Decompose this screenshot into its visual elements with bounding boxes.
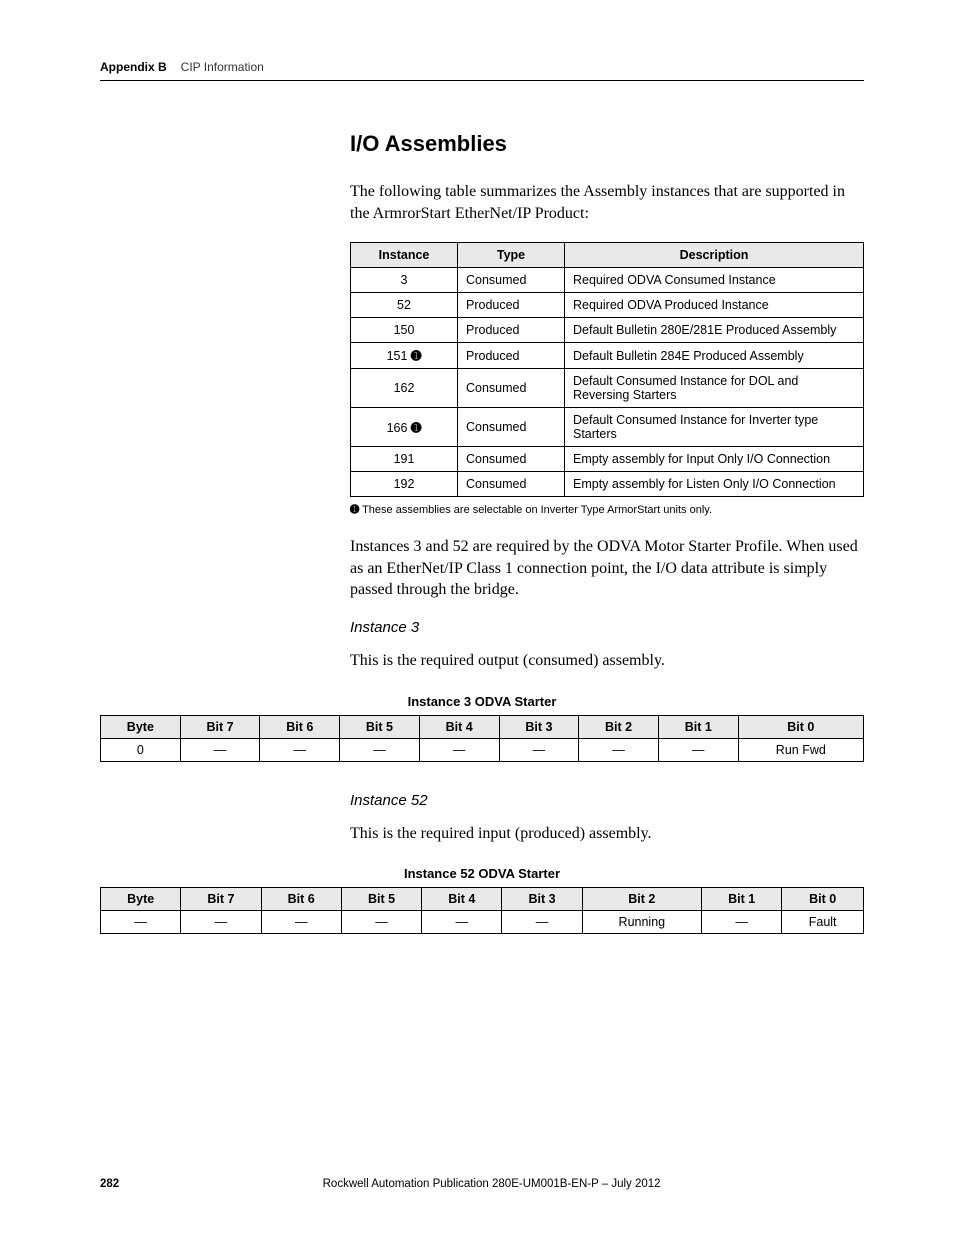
table-row: ——————Running—Fault — [101, 911, 864, 934]
col-byte: Byte — [101, 715, 181, 738]
table-row: 151 ➊ProducedDefault Bulletin 284E Produ… — [351, 343, 864, 369]
cell-bit: — — [260, 738, 340, 761]
table-row: 3ConsumedRequired ODVA Consumed Instance — [351, 268, 864, 293]
col-bit: Bit 4 — [419, 715, 499, 738]
col-bit: Bit 7 — [180, 715, 260, 738]
col-bit: Bit 2 — [579, 715, 659, 738]
cell-bit: — — [579, 738, 659, 761]
col-bit: Bit 5 — [341, 888, 421, 911]
cell-description: Default Bulletin 280E/281E Produced Asse… — [565, 318, 864, 343]
col-bit: Bit 1 — [701, 888, 781, 911]
instance3-heading: Instance 3 — [350, 619, 864, 636]
col-bit: Bit 0 — [738, 715, 863, 738]
cell-bit: Running — [582, 911, 701, 934]
cell-bit: — — [658, 738, 738, 761]
cell-bit: — — [340, 738, 420, 761]
cell-bit: — — [502, 911, 582, 934]
table-footnote: ➊ These assemblies are selectable on Inv… — [350, 503, 864, 516]
cell-instance: 192 — [351, 472, 458, 497]
cell-bit: — — [181, 911, 261, 934]
table-row: 192ConsumedEmpty assembly for Listen Onl… — [351, 472, 864, 497]
col-bit: Bit 3 — [502, 888, 582, 911]
assemblies-table: Instance Type Description 3ConsumedRequi… — [350, 242, 864, 497]
cell-description: Required ODVA Produced Instance — [565, 293, 864, 318]
cell-type: Produced — [458, 318, 565, 343]
col-bit: Bit 7 — [181, 888, 261, 911]
cell-instance: 150 — [351, 318, 458, 343]
intro-paragraph: The following table summarizes the Assem… — [350, 181, 864, 224]
col-type: Type — [458, 243, 565, 268]
running-header: Appendix B CIP Information — [100, 60, 864, 81]
instance52-heading: Instance 52 — [350, 792, 864, 809]
cell-type: Consumed — [458, 369, 565, 408]
instance3-table-title: Instance 3 ODVA Starter — [101, 690, 864, 716]
paragraph-instances: Instances 3 and 52 are required by the O… — [350, 536, 864, 601]
cell-type: Consumed — [458, 472, 565, 497]
col-bit: Bit 0 — [782, 888, 864, 911]
cell-instance: 162 — [351, 369, 458, 408]
cell-bit: Run Fwd — [738, 738, 863, 761]
instance3-text: This is the required output (consumed) a… — [350, 650, 864, 672]
table-row: 162ConsumedDefault Consumed Instance for… — [351, 369, 864, 408]
table-header-row: ByteBit 7Bit 6Bit 5Bit 4Bit 3Bit 2Bit 1B… — [101, 888, 864, 911]
col-description: Description — [565, 243, 864, 268]
cell-bit: — — [701, 911, 781, 934]
chapter-title: CIP Information — [181, 60, 264, 74]
col-bit: Bit 1 — [658, 715, 738, 738]
cell-description: Default Consumed Instance for Inverter t… — [565, 408, 864, 447]
col-instance: Instance — [351, 243, 458, 268]
cell-description: Required ODVA Consumed Instance — [565, 268, 864, 293]
cell-bit: — — [422, 911, 502, 934]
cell-instance: 191 — [351, 447, 458, 472]
cell-bit: — — [261, 911, 341, 934]
cell-description: Empty assembly for Listen Only I/O Conne… — [565, 472, 864, 497]
cell-type: Consumed — [458, 447, 565, 472]
cell-description: Default Consumed Instance for DOL and Re… — [565, 369, 864, 408]
col-bit: Bit 5 — [340, 715, 420, 738]
cell-bit: — — [180, 738, 260, 761]
cell-type: Produced — [458, 343, 565, 369]
section-title: I/O Assemblies — [350, 131, 864, 157]
cell-instance: 52 — [351, 293, 458, 318]
cell-type: Consumed — [458, 268, 565, 293]
instance52-table-title: Instance 52 ODVA Starter — [101, 862, 864, 888]
cell-bit: — — [499, 738, 579, 761]
table-row: 52ProducedRequired ODVA Produced Instanc… — [351, 293, 864, 318]
table-row: 191ConsumedEmpty assembly for Input Only… — [351, 447, 864, 472]
cell-bit: — — [419, 738, 499, 761]
cell-instance: 166 ➊ — [351, 408, 458, 447]
col-bit: Bit 3 — [499, 715, 579, 738]
col-bit: Bit 6 — [261, 888, 341, 911]
instance3-table: Instance 3 ODVA Starter ByteBit 7Bit 6Bi… — [100, 690, 864, 762]
page-number: 282 — [100, 1178, 119, 1190]
instance52-table: Instance 52 ODVA Starter ByteBit 7Bit 6B… — [100, 862, 864, 934]
page-footer: 282 Rockwell Automation Publication 280E… — [100, 1178, 864, 1190]
col-byte: Byte — [101, 888, 181, 911]
instance52-text: This is the required input (produced) as… — [350, 823, 864, 845]
cell-description: Default Bulletin 284E Produced Assembly — [565, 343, 864, 369]
publication-id: Rockwell Automation Publication 280E-UM0… — [119, 1178, 864, 1190]
table-header-row: ByteBit 7Bit 6Bit 5Bit 4Bit 3Bit 2Bit 1B… — [101, 715, 864, 738]
cell-type: Consumed — [458, 408, 565, 447]
cell-byte: — — [101, 911, 181, 934]
footnote-text: These assemblies are selectable on Inver… — [362, 504, 712, 516]
cell-type: Produced — [458, 293, 565, 318]
cell-instance: 3 — [351, 268, 458, 293]
cell-instance: 151 ➊ — [351, 343, 458, 369]
col-bit: Bit 4 — [422, 888, 502, 911]
col-bit: Bit 6 — [260, 715, 340, 738]
col-bit: Bit 2 — [582, 888, 701, 911]
table-row: 150ProducedDefault Bulletin 280E/281E Pr… — [351, 318, 864, 343]
cell-bit: Fault — [782, 911, 864, 934]
table-header-row: Instance Type Description — [351, 243, 864, 268]
cell-byte: 0 — [101, 738, 181, 761]
footnote-marker: ➊ — [350, 504, 359, 516]
appendix-label: Appendix B — [100, 60, 167, 74]
table-row: 0———————Run Fwd — [101, 738, 864, 761]
cell-bit: — — [341, 911, 421, 934]
cell-description: Empty assembly for Input Only I/O Connec… — [565, 447, 864, 472]
table-row: 166 ➊ConsumedDefault Consumed Instance f… — [351, 408, 864, 447]
